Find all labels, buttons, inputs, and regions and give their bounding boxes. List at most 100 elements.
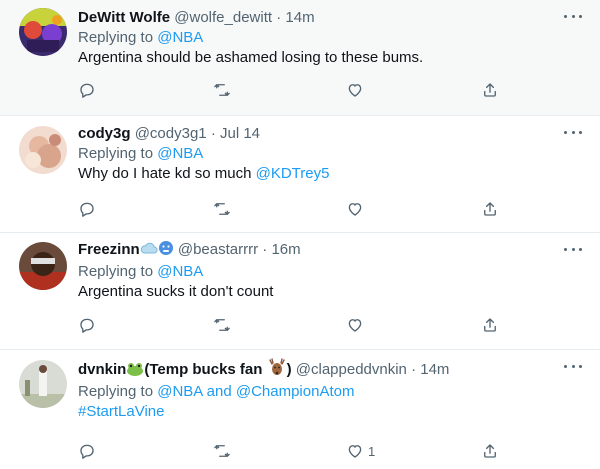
share-icon <box>484 318 496 332</box>
handle[interactable]: @wolfe_dewitt <box>174 9 272 26</box>
tweet-actions: 1 <box>78 442 600 462</box>
like-button[interactable]: 1 <box>346 442 375 460</box>
tweet-actions <box>78 316 600 336</box>
tweet-actions <box>78 81 600 101</box>
cold-face-emoji-icon <box>158 240 174 262</box>
separator: · <box>276 9 282 26</box>
avatar[interactable] <box>19 242 67 290</box>
retweet-button[interactable] <box>213 200 231 218</box>
more-icon[interactable] <box>564 243 582 255</box>
display-name-close[interactable]: ) <box>287 361 292 378</box>
retweet-icon <box>214 84 230 96</box>
avatar[interactable] <box>19 360 67 408</box>
more-icon[interactable] <box>564 126 582 138</box>
replying-line: Replying to @NBA <box>78 28 590 48</box>
reply-feed: DeWitt Wolfe @wolfe_dewitt · 14m Replyin… <box>0 0 600 469</box>
share-button[interactable] <box>481 442 499 460</box>
tweet-text-body: Why do I hate kd so much <box>78 165 256 182</box>
timestamp[interactable]: 14m <box>420 361 449 378</box>
retweet-icon <box>214 319 230 331</box>
replying-label: Replying to <box>78 145 158 162</box>
avatar[interactable] <box>19 8 67 56</box>
reply-icon <box>80 318 94 333</box>
tweet[interactable]: dvnkin (Temp bucks fan ) @clappeddvnkin ·… <box>0 350 600 469</box>
reply-icon <box>80 444 94 459</box>
retweet-icon <box>214 203 230 215</box>
retweet-icon <box>214 445 230 457</box>
replying-label: Replying to <box>78 263 158 280</box>
replying-line: Replying to @NBA and @ChampionAtom <box>78 382 590 402</box>
display-name[interactable]: Freezinn <box>78 241 140 258</box>
handle[interactable]: @cody3g1 <box>135 125 207 142</box>
mention-link[interactable]: @NBA <box>157 263 203 280</box>
replying-label: Replying to <box>78 383 158 400</box>
tweet-text: Why do I hate kd so much @KDTrey5 <box>78 164 590 184</box>
retweet-button[interactable] <box>213 316 231 334</box>
reply-button[interactable] <box>78 200 96 218</box>
tweet[interactable]: Freezinn @beastarrrr · 16m Replying to @… <box>0 233 600 350</box>
like-button[interactable] <box>346 81 364 99</box>
retweet-button[interactable] <box>213 81 231 99</box>
tweet-content: Freezinn @beastarrrr · 16m Replying to @… <box>78 240 590 302</box>
tweet-text: #StartLaVine <box>78 402 590 422</box>
mention-link[interactable]: @KDTrey5 <box>256 165 330 182</box>
share-button[interactable] <box>481 200 499 218</box>
like-button[interactable] <box>346 200 364 218</box>
like-button[interactable] <box>346 316 364 334</box>
replying-and[interactable]: and <box>202 383 235 400</box>
timestamp[interactable]: 14m <box>285 9 314 26</box>
avatar[interactable] <box>19 126 67 174</box>
like-icon <box>348 203 362 216</box>
share-button[interactable] <box>481 81 499 99</box>
tweet-header: Freezinn @beastarrrr · 16m <box>78 240 590 262</box>
more-icon[interactable] <box>564 360 582 372</box>
tweet[interactable]: DeWitt Wolfe @wolfe_dewitt · 14m Replyin… <box>0 0 600 116</box>
timestamp[interactable]: 16m <box>271 241 300 258</box>
tweet-text: Argentina sucks it don't count <box>78 283 274 300</box>
tweet-content: cody3g @cody3g1 · Jul 14 Replying to @NB… <box>78 124 590 184</box>
deer-emoji-icon <box>267 358 287 382</box>
tweet-actions <box>78 200 600 220</box>
reply-button[interactable] <box>78 81 96 99</box>
separator: · <box>411 361 417 378</box>
tweet-content: DeWitt Wolfe @wolfe_dewitt · 14m Replyin… <box>78 8 590 68</box>
like-count: 1 <box>368 443 376 459</box>
like-icon <box>348 84 362 97</box>
reply-icon <box>80 202 94 217</box>
display-name-suffix[interactable]: (Temp bucks fan <box>144 361 266 378</box>
separator: · <box>210 125 216 142</box>
display-name[interactable]: DeWitt Wolfe <box>78 9 170 26</box>
replying-label: Replying to <box>78 29 158 46</box>
frog-emoji-icon <box>126 362 144 382</box>
timestamp[interactable]: Jul 14 <box>220 125 260 142</box>
tweet[interactable]: cody3g @cody3g1 · Jul 14 Replying to @NB… <box>0 116 600 233</box>
reply-icon <box>80 83 94 98</box>
mention-link[interactable]: @NBA <box>157 383 202 400</box>
reply-button[interactable] <box>78 316 96 334</box>
tweet-header: cody3g @cody3g1 · Jul 14 <box>78 124 590 144</box>
mention-link[interactable]: @NBA <box>157 145 203 162</box>
tweet-header: dvnkin (Temp bucks fan ) @clappeddvnkin ·… <box>78 358 590 382</box>
tweet-header: DeWitt Wolfe @wolfe_dewitt · 14m <box>78 8 590 28</box>
like-icon <box>348 319 362 332</box>
share-icon <box>484 202 496 216</box>
replying-line: Replying to @NBA <box>78 144 590 164</box>
more-icon[interactable] <box>564 10 582 22</box>
handle[interactable]: @beastarrrr <box>178 241 258 258</box>
tweet-text: Argentina should be ashamed losing to th… <box>78 49 424 66</box>
hashtag-link[interactable]: #StartLaVine <box>78 403 164 420</box>
mention-link[interactable]: @NBA <box>157 29 203 46</box>
reply-button[interactable] <box>78 442 96 460</box>
share-icon <box>484 444 496 458</box>
retweet-button[interactable] <box>213 442 231 460</box>
share-icon <box>484 83 496 97</box>
display-name[interactable]: dvnkin <box>78 361 126 378</box>
replying-line: Replying to @NBA <box>78 262 590 282</box>
display-name[interactable]: cody3g <box>78 125 131 142</box>
cloud-emoji-icon <box>140 240 158 262</box>
handle[interactable]: @clappeddvnkin <box>296 361 407 378</box>
mention-link[interactable]: @ChampionAtom <box>236 383 355 400</box>
like-icon <box>348 445 362 458</box>
separator: · <box>262 241 268 258</box>
share-button[interactable] <box>481 316 499 334</box>
